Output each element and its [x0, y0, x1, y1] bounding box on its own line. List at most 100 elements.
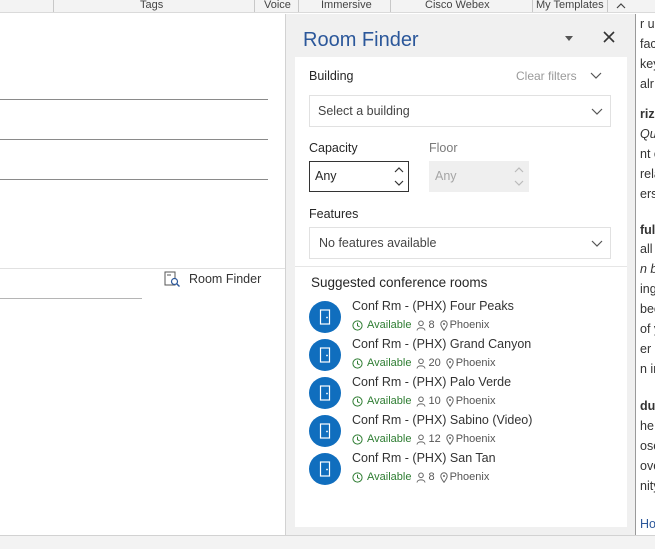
person-icon: [416, 358, 426, 369]
field-underline: [0, 99, 268, 100]
room-location: Phoenix: [449, 471, 490, 483]
reading-heading: rize: [640, 107, 655, 121]
ribbon-group-labels: Tags Voice Immersive Cisco Webex My Temp…: [0, 0, 655, 13]
reading-link[interactable]: Ho: [640, 517, 655, 531]
compose-area: Room Finder: [0, 14, 285, 535]
building-dropdown[interactable]: Select a building: [309, 95, 611, 127]
chevron-down-icon[interactable]: [394, 178, 404, 188]
ribbon-group-voice: Voice: [264, 0, 291, 11]
door-icon: [319, 385, 331, 401]
field-underline: [0, 179, 268, 180]
room-avatar: [309, 415, 341, 447]
reading-text: n in: [640, 362, 655, 376]
ribbon-separator: [254, 0, 255, 12]
reading-text: fac: [640, 37, 655, 51]
suggested-rooms-heading: Suggested conference rooms: [311, 275, 488, 290]
ribbon-group-tags: Tags: [140, 0, 164, 11]
features-dropdown[interactable]: No features available: [309, 227, 611, 259]
room-item[interactable]: Conf Rm - (PHX) Palo Verde Available 10 Pho…: [309, 375, 619, 414]
reading-text: rela: [640, 167, 655, 181]
room-finder-pane: Room Finder Building Clear filters Selec…: [285, 14, 636, 535]
reading-text: ers: [640, 187, 655, 201]
reading-text: ose: [640, 439, 655, 453]
reading-heading: duc: [640, 399, 655, 413]
floor-value: Any: [435, 169, 457, 183]
room-item[interactable]: Conf Rm - (PHX) San Tan Available 8 Phoenix: [309, 451, 619, 490]
person-icon: [416, 396, 426, 407]
ribbon-separator: [53, 0, 54, 12]
door-icon: [319, 309, 331, 325]
room-meta: Available 8 Phoenix: [352, 470, 489, 484]
room-capacity: 8: [428, 319, 435, 331]
location-pin-icon: [446, 357, 454, 369]
room-capacity: 10: [428, 395, 441, 407]
outlook-window: Tags Voice Immersive Cisco Webex My Temp…: [0, 0, 655, 549]
room-capacity: 20: [428, 357, 441, 369]
clock-icon: [352, 395, 363, 407]
chevron-down-icon[interactable]: [589, 68, 603, 82]
room-location: Phoenix: [455, 395, 496, 407]
room-avatar: [309, 377, 341, 409]
reading-pane-clipped: r us fac key alr rize Qu nt o rela ers f…: [636, 14, 655, 535]
chevron-up-icon[interactable]: [615, 0, 627, 12]
room-status: Available: [367, 395, 412, 407]
floor-label: Floor: [429, 141, 458, 155]
location-pin-icon: [446, 433, 454, 445]
features-dropdown-value: No features available: [319, 236, 437, 250]
chevron-down-icon: [591, 108, 603, 115]
room-item[interactable]: Conf Rm - (PHX) Sabino (Video) Available 1…: [309, 413, 619, 452]
room-meta: Available 12 Phoenix: [352, 432, 495, 446]
room-status: Available: [367, 433, 412, 445]
room-name: Conf Rm - (PHX) Palo Verde: [352, 375, 512, 389]
clock-icon: [352, 433, 363, 445]
room-location: Phoenix: [449, 319, 490, 331]
floor-stepper: Any: [429, 161, 529, 192]
field-underline: [0, 298, 142, 299]
pane-options-icon[interactable]: [561, 30, 577, 46]
room-location: Phoenix: [455, 433, 496, 445]
room-meta: Available 8 Phoenix: [352, 318, 489, 332]
status-strip: [0, 535, 655, 549]
reading-text: he p: [640, 419, 655, 433]
room-finder-button[interactable]: Room Finder: [163, 268, 261, 290]
room-status: Available: [367, 319, 412, 331]
room-location: Phoenix: [455, 357, 496, 369]
location-pin-icon: [446, 395, 454, 407]
person-icon: [416, 320, 426, 331]
room-item[interactable]: Conf Rm - (PHX) Grand Canyon Available 20 P…: [309, 337, 619, 376]
chevron-down-icon: [591, 240, 603, 247]
building-label: Building: [309, 69, 354, 83]
room-capacity: 8: [428, 471, 435, 483]
room-item[interactable]: Conf Rm - (PHX) Four Peaks Available 8 Phoe…: [309, 299, 619, 338]
door-icon: [319, 461, 331, 477]
reading-text: bee: [640, 302, 655, 316]
room-capacity: 12: [428, 433, 441, 445]
room-name: Conf Rm - (PHX) Four Peaks: [352, 299, 514, 313]
clock-icon: [352, 319, 363, 331]
room-meta: Available 10 Phoenix: [352, 394, 495, 408]
ribbon-separator: [607, 0, 608, 12]
reading-text: all t: [640, 242, 655, 256]
capacity-stepper[interactable]: Any: [309, 161, 409, 192]
reading-heading: ful: [640, 223, 655, 237]
room-status: Available: [367, 471, 412, 483]
reading-text: ing: [640, 282, 655, 296]
room-status: Available: [367, 357, 412, 369]
room-finder-card: Building Clear filters Select a building…: [295, 57, 627, 527]
field-underline: [0, 139, 268, 140]
reading-text: nity: [640, 479, 655, 493]
ribbon-group-cisco-webex: Cisco Webex: [425, 0, 490, 11]
door-icon: [319, 347, 331, 363]
chevron-down-icon: [514, 180, 524, 186]
person-icon: [416, 434, 426, 445]
close-icon[interactable]: [601, 29, 617, 45]
room-name: Conf Rm - (PHX) Grand Canyon: [352, 337, 532, 351]
room-avatar: [309, 301, 341, 333]
room-finder-button-label: Room Finder: [189, 272, 262, 286]
chevron-up-icon[interactable]: [394, 165, 404, 175]
reading-text: nt o: [640, 147, 655, 161]
capacity-label: Capacity: [309, 141, 358, 155]
clock-icon: [352, 471, 363, 483]
clear-filters-link[interactable]: Clear filters: [516, 69, 577, 83]
ribbon-separator: [298, 0, 299, 12]
